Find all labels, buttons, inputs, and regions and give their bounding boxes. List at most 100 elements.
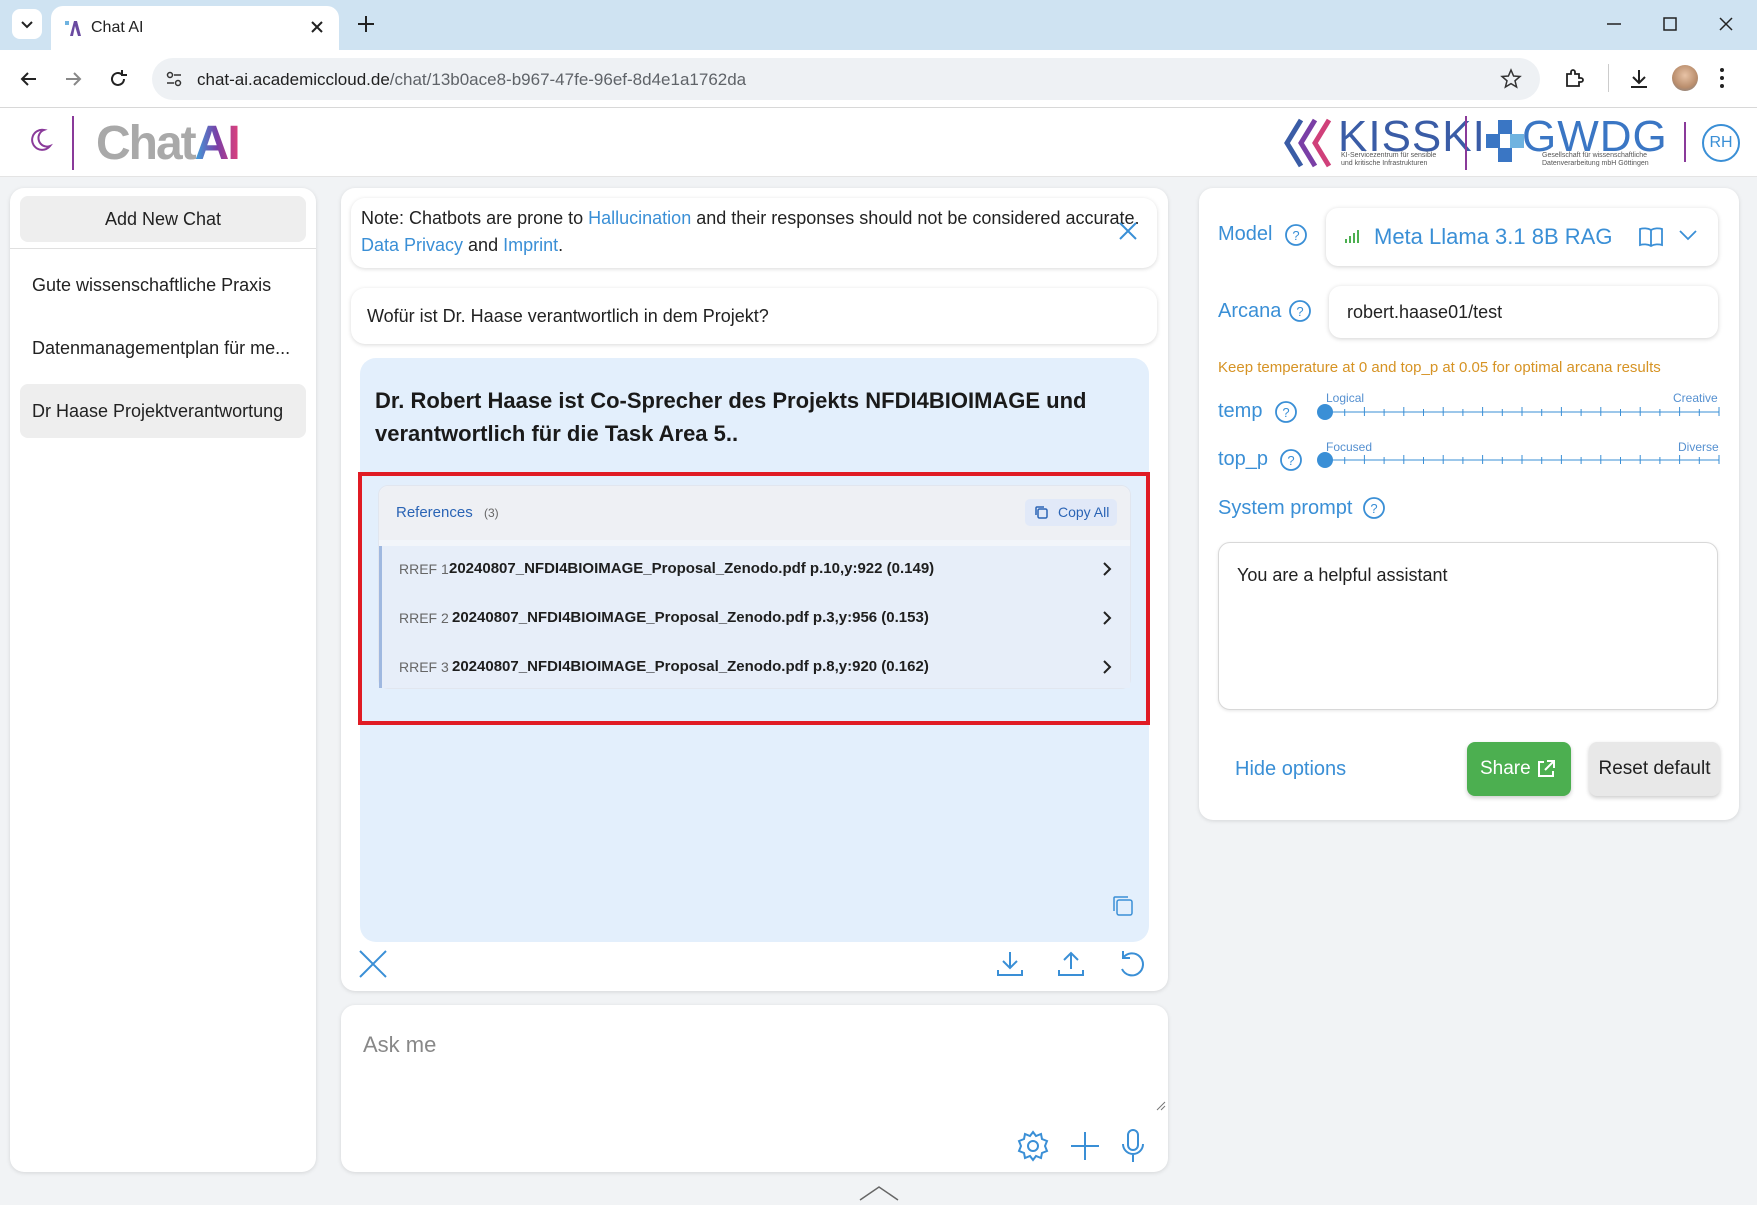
copy-message-icon[interactable] — [1111, 894, 1135, 918]
url-host: chat-ai.academiccloud.de — [197, 70, 390, 89]
avatar-divider — [1684, 122, 1686, 162]
settings-gear-icon[interactable] — [1016, 1129, 1050, 1163]
chevron-down-icon — [21, 21, 33, 29]
model-info-book-icon[interactable] — [1638, 225, 1664, 249]
references-highlight-box — [358, 472, 1150, 725]
forward-arrow-icon[interactable] — [62, 68, 84, 90]
svg-text:?: ? — [1370, 501, 1377, 516]
chat-history-item-active[interactable]: Dr Haase Projektverantwortung — [20, 384, 306, 438]
note-prefix: Note: Chatbots are prone to — [361, 208, 589, 228]
browser-toolbar: chat-ai.academiccloud.de/chat/13b0ace8-b… — [0, 50, 1757, 108]
downloads-icon[interactable] — [1627, 67, 1651, 91]
site-settings-icon[interactable] — [164, 69, 184, 89]
share-button[interactable]: Share — [1467, 742, 1571, 796]
share-label: Share — [1480, 758, 1531, 779]
model-name: Meta Llama 3.1 8B RAG — [1374, 224, 1613, 249]
add-attachment-icon[interactable] — [1068, 1129, 1102, 1163]
note-end: . — [558, 235, 564, 255]
bookmark-star-icon[interactable] — [1500, 68, 1522, 90]
data-privacy-link[interactable]: Data Privacy — [361, 235, 463, 255]
chevron-down-icon[interactable] — [1678, 228, 1698, 242]
add-new-chat-button[interactable]: Add New Chat — [20, 196, 306, 242]
top-p-slider-thumb[interactable] — [1317, 452, 1333, 468]
kisski-logo — [1283, 116, 1341, 170]
kisski-chevrons-icon — [1284, 118, 1332, 168]
arcana-input[interactable]: robert.haase01/test — [1329, 286, 1718, 338]
chat-history-item[interactable]: Datenmanagementplan für me... — [20, 321, 306, 375]
hide-options-link[interactable]: Hide options — [1235, 758, 1346, 781]
new-tab-icon[interactable] — [354, 12, 378, 36]
temp-slider-thumb[interactable] — [1317, 404, 1333, 420]
kisski-sub-line2: und kritische Infrastrukturen — [1341, 160, 1428, 167]
download-icon[interactable] — [995, 949, 1025, 979]
model-select[interactable]: Meta Llama 3.1 8B RAG — [1326, 208, 1718, 266]
imprint-link[interactable]: Imprint — [503, 235, 558, 255]
clear-chat-icon[interactable] — [357, 948, 389, 980]
upload-icon[interactable] — [1056, 949, 1086, 979]
temp-help-icon[interactable]: ? — [1274, 400, 1298, 424]
extensions-icon[interactable] — [1563, 68, 1585, 90]
profile-avatar[interactable] — [1672, 65, 1698, 91]
svg-text:?: ? — [1287, 453, 1294, 468]
browser-tab-bar: Chat AI — [0, 0, 1757, 50]
tab-search-button[interactable] — [12, 9, 42, 39]
top-p-slider[interactable] — [1317, 450, 1721, 470]
top-p-label: top_p — [1218, 448, 1269, 470]
kisski-sub-line1: KI-Servicezentrum für sensible — [1341, 152, 1437, 159]
prompt-input-placeholder[interactable]: Ask me — [363, 1032, 436, 1058]
browser-menu-icon[interactable] — [1718, 66, 1726, 90]
maximize-icon[interactable] — [1660, 14, 1680, 34]
app-header: ChatAI KISSKI KI-Servicezentrum für sens… — [0, 108, 1757, 177]
browser-tab-active[interactable]: Chat AI — [51, 6, 339, 50]
reload-icon[interactable] — [107, 68, 129, 90]
system-prompt-help-icon[interactable]: ? — [1362, 496, 1386, 520]
logo-divider — [1465, 116, 1467, 170]
header-divider — [72, 116, 74, 170]
temp-label: temp — [1218, 400, 1263, 422]
temp-slider[interactable] — [1317, 402, 1721, 422]
svg-text:?: ? — [1282, 405, 1289, 420]
model-label: Model — [1218, 223, 1273, 245]
svg-text:?: ? — [1292, 228, 1299, 243]
chat-history-item[interactable]: Gute wissenschaftliche Praxis — [20, 258, 306, 312]
back-arrow-icon[interactable] — [18, 68, 40, 90]
top-p-help-icon[interactable]: ? — [1279, 448, 1303, 472]
logo-ai-text: AI — [194, 117, 241, 170]
user-avatar[interactable]: RH — [1702, 124, 1740, 162]
share-icon — [1535, 758, 1557, 780]
model-help-icon[interactable]: ? — [1284, 223, 1308, 247]
system-prompt-textarea[interactable]: You are a helpful assistant — [1218, 542, 1718, 710]
user-message: Wofür ist Dr. Haase verantwortlich in de… — [351, 288, 1157, 344]
reset-default-button[interactable]: Reset default — [1589, 742, 1720, 796]
gwdg-sub-line2: Datenverarbeitung mbH Göttingen — [1542, 160, 1649, 167]
expand-up-chevron-icon[interactable] — [858, 1184, 900, 1202]
minimize-icon[interactable] — [1604, 14, 1624, 34]
arcana-label: Arcana — [1218, 300, 1282, 322]
resize-handle-icon[interactable] — [1156, 1101, 1166, 1111]
close-note-icon[interactable] — [1117, 220, 1139, 242]
disclaimer-note: Note: Chatbots are prone to Hallucinatio… — [351, 198, 1157, 268]
gwdg-sub-line1: Gesellschaft für wissenschaftliche — [1542, 152, 1648, 159]
undo-icon[interactable] — [1116, 948, 1148, 980]
tab-title: Chat AI — [91, 19, 144, 36]
chat-history-sidebar: Add New Chat Gute wissenschaftliche Prax… — [10, 188, 316, 1172]
svg-text:?: ? — [1296, 304, 1303, 319]
window-close-icon[interactable] — [1716, 14, 1736, 34]
note-and: and — [463, 235, 504, 255]
gwdg-subtitle: Gesellschaft für wissenschaftliche Daten… — [1542, 152, 1649, 168]
microphone-icon[interactable] — [1119, 1128, 1147, 1164]
options-panel: Model ? Meta Llama 3.1 8B RAG Arcana ? r… — [1199, 188, 1739, 820]
address-bar[interactable]: chat-ai.academiccloud.de/chat/13b0ace8-b… — [152, 58, 1540, 100]
toolbar-divider — [1608, 64, 1609, 92]
dark-mode-moon-icon[interactable] — [26, 126, 54, 154]
kisski-subtitle: KI-Servicezentrum für sensible und kriti… — [1341, 152, 1436, 168]
arcana-help-icon[interactable]: ? — [1288, 299, 1312, 323]
hallucination-link[interactable]: Hallucination — [588, 208, 691, 228]
sidebar-divider — [10, 248, 316, 249]
close-tab-icon[interactable] — [308, 18, 326, 36]
url-text: chat-ai.academiccloud.de/chat/13b0ace8-b… — [197, 70, 746, 90]
prompt-input-panel[interactable]: Ask me — [341, 1005, 1168, 1172]
chatai-favicon-icon — [63, 18, 83, 38]
url-path: /chat/13b0ace8-b967-47fe-96ef-8d4e1a1762… — [389, 70, 747, 89]
chat-ai-logo: ChatAI — [96, 116, 241, 171]
